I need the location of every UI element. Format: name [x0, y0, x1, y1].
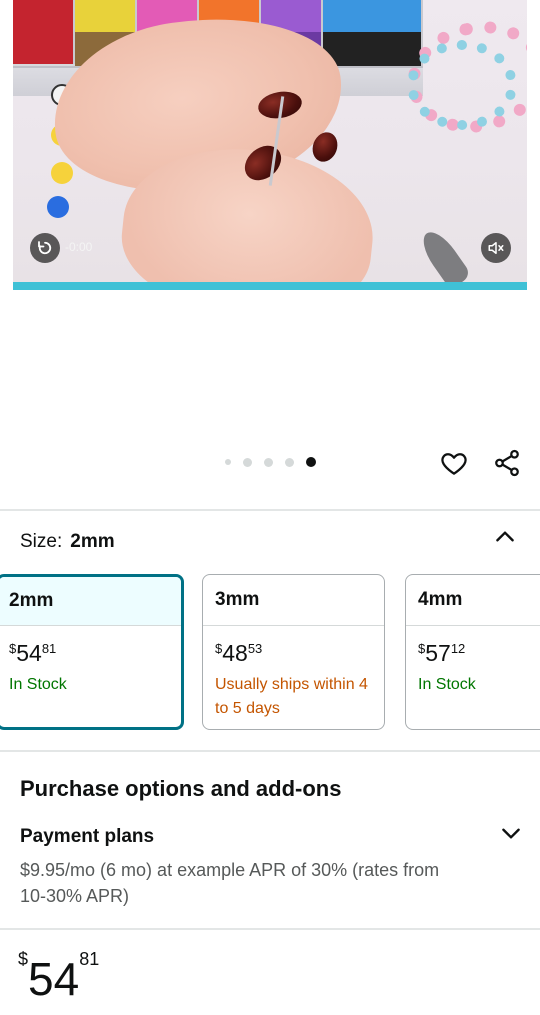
replay-button[interactable] [30, 233, 60, 263]
carousel-dot-active[interactable] [306, 457, 316, 467]
carousel-dot[interactable] [243, 457, 252, 467]
purchase-options-title: Purchase options and add-ons [20, 776, 342, 801]
size-option-name: 4mm [406, 575, 540, 626]
size-label: Size: [20, 531, 63, 552]
carousel-dots[interactable] [225, 457, 316, 467]
price-whole: 54 [28, 953, 80, 1005]
heart-icon [441, 453, 467, 475]
size-selected-value: 2mm [70, 531, 115, 552]
section-divider [0, 509, 540, 511]
size-option-name: 3mm [203, 575, 384, 626]
bracelet-decoration-2 [407, 40, 517, 130]
mute-button[interactable] [481, 233, 511, 263]
size-option-name: 2mm [0, 577, 181, 626]
share-icon [495, 449, 519, 477]
size-option-2mm[interactable]: 2mm $5481 In Stock [0, 574, 184, 730]
video-time: -0:00 [65, 240, 93, 254]
size-option-availability: Usually ships within 4 to 5 days [215, 676, 368, 717]
wishlist-button[interactable] [439, 448, 469, 478]
product-price: $5481 [18, 950, 99, 1002]
size-option-price: $4853 [215, 640, 263, 666]
tweezers-image [416, 225, 472, 284]
size-option-price: $5712 [418, 640, 466, 666]
section-divider [0, 750, 540, 752]
size-option-4mm[interactable]: 4mm $5712 In Stock [405, 574, 540, 730]
price-symbol: $ [18, 949, 29, 969]
payment-plans-description: $9.95/mo (6 mo) at example APR of 30% (r… [20, 860, 440, 906]
section-divider [0, 928, 540, 930]
size-option-3mm[interactable]: 3mm $4853 Usually ships within 4 to 5 da… [202, 574, 385, 730]
chevron-down-icon [502, 828, 520, 839]
carousel-dot[interactable] [264, 457, 273, 467]
size-option-availability: In Stock [9, 676, 67, 693]
replay-icon [38, 241, 52, 255]
size-option-availability: In Stock [418, 676, 476, 693]
video-progress-bar[interactable] [13, 282, 527, 290]
chevron-up-icon [496, 531, 514, 542]
payment-plans-expand-button[interactable] [498, 820, 524, 846]
price-fraction: 81 [79, 949, 100, 969]
size-header: Size: 2mm [20, 531, 115, 553]
mute-icon [488, 242, 504, 254]
share-button[interactable] [492, 448, 522, 478]
size-option-price: $5481 [9, 640, 57, 666]
payment-plans-title[interactable]: Payment plans [20, 826, 154, 848]
size-collapse-button[interactable] [492, 524, 518, 550]
carousel-dot[interactable] [285, 457, 294, 467]
carousel-dot[interactable] [225, 459, 231, 465]
